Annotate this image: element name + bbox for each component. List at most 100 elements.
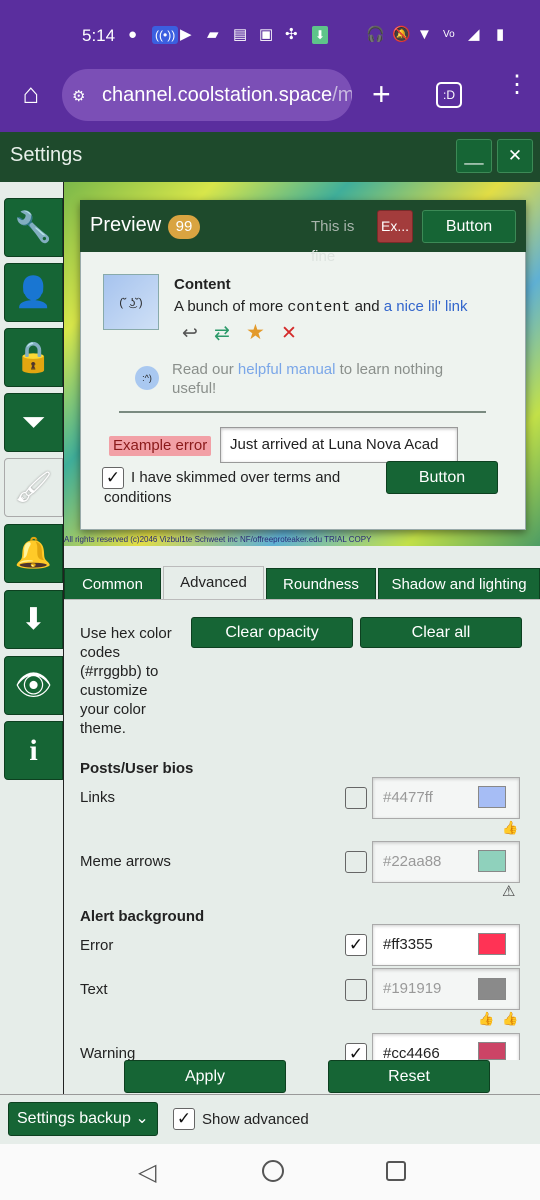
preview-faint-text-2: fine: [311, 248, 336, 265]
mute-icon: 🔕: [392, 26, 411, 43]
meme-arrows-color-swatch[interactable]: [478, 850, 506, 872]
tab-common[interactable]: Common: [64, 568, 161, 600]
sidebar-tab-filters[interactable]: ⏷: [4, 393, 63, 452]
preview-button-2[interactable]: Button: [386, 461, 498, 494]
meme-arrows-checkbox[interactable]: [345, 851, 367, 873]
url-text: channel.coolstation.space: [102, 84, 333, 106]
tab-underline: [64, 599, 540, 600]
user-icon: 👤: [14, 276, 53, 309]
post-avatar[interactable]: (˘ ͜ʖ˘): [103, 274, 159, 330]
sidebar-tab-notifications[interactable]: 🔔: [4, 524, 63, 583]
sidebar-tab-privacy[interactable]: 👁: [4, 656, 63, 715]
advanced-intro: Use hex color codes (#rrggbb) to customi…: [80, 624, 190, 738]
warning-icon: ⚠: [502, 883, 516, 900]
pinwheel-icon: ✣: [285, 26, 298, 43]
preview-error-button[interactable]: Ex...: [377, 210, 413, 243]
tab-strip-background: [64, 546, 540, 566]
tab-roundness[interactable]: Roundness: [266, 568, 376, 600]
error-color-swatch[interactable]: [478, 933, 506, 955]
example-error-badge: Example error: [109, 436, 212, 456]
app-icon: ▰: [207, 26, 219, 43]
sidebar-tab-backup[interactable]: ⬇: [4, 590, 63, 649]
minimize-button[interactable]: __: [456, 139, 492, 173]
new-tab-icon[interactable]: +: [372, 78, 391, 110]
home-icon[interactable]: ⌂: [16, 80, 46, 110]
star-icon[interactable]: ★: [246, 320, 265, 345]
tab-switcher-icon[interactable]: :D: [436, 82, 462, 108]
banner-footer-text: All rights reserved (c)2046 Vizbul1te Sc…: [64, 535, 372, 544]
clear-opacity-button[interactable]: Clear opacity: [191, 617, 353, 648]
warning-color-swatch[interactable]: [478, 1042, 506, 1060]
post-heading: Content: [174, 276, 231, 293]
links-color-swatch[interactable]: [478, 786, 506, 808]
note-suffix-2: useful!: [172, 380, 217, 397]
text-color-swatch[interactable]: [478, 978, 506, 1000]
sidebar-tab-profile[interactable]: 👤: [4, 263, 63, 322]
sidebar-tab-general[interactable]: 🔧: [4, 198, 63, 257]
intro-line: codes: [80, 644, 121, 661]
chat-icon: ●: [128, 26, 138, 43]
url-rest: /m: [332, 84, 352, 106]
reset-button[interactable]: Reset: [328, 1060, 490, 1093]
preview-badge: 99: [168, 215, 200, 239]
lock-icon: 🔒: [14, 341, 53, 374]
section-posts-heading: Posts/User bios: [80, 760, 194, 777]
site-settings-icon[interactable]: ⚙: [72, 87, 85, 105]
apply-button[interactable]: Apply: [124, 1060, 286, 1093]
sidebar-tab-security[interactable]: 🔒: [4, 328, 63, 387]
terms-label-2: conditions: [104, 489, 172, 506]
url-bar[interactable]: channel.coolstation.space/m: [62, 69, 352, 121]
tab-advanced[interactable]: Advanced: [163, 566, 264, 600]
home-nav-icon[interactable]: [262, 1160, 284, 1182]
preview-button[interactable]: Button: [422, 210, 516, 243]
show-advanced-label: Show advanced: [202, 1111, 309, 1128]
intro-line: (#rrggbb) to: [80, 663, 159, 680]
sidebar-tab-about[interactable]: i: [4, 721, 63, 780]
eye-slash-icon: 👁: [14, 669, 53, 702]
note-suffix-1: to learn nothing: [339, 361, 444, 378]
show-advanced-checkbox[interactable]: ✓: [173, 1108, 195, 1130]
note-avatar: :^): [135, 366, 159, 390]
twitch-icon: ▣: [259, 26, 274, 43]
row-label-error: Error: [80, 937, 114, 954]
back-icon[interactable]: ◁: [138, 1158, 156, 1187]
tab-shadow-lighting[interactable]: Shadow and lighting: [378, 568, 540, 600]
post-link[interactable]: a nice lil' link: [384, 298, 468, 315]
headphones-icon: 🎧: [366, 26, 385, 43]
sidebar-tab-theme[interactable]: 🖌: [4, 458, 63, 517]
youtube-icon: ▶: [180, 26, 192, 43]
window-title: Settings: [10, 144, 83, 166]
signal-icon: ◢: [468, 26, 480, 43]
close-button[interactable]: ✕: [497, 139, 533, 173]
reply-icon[interactable]: ↩: [182, 322, 198, 345]
delete-icon[interactable]: ✕: [281, 322, 297, 345]
text-checkbox[interactable]: [345, 979, 367, 1001]
filter-icon: ⏷: [21, 406, 46, 439]
status-bar: 5:14 ● ((•)) ▶ ▰ ▤ ▣ ✣ ⬇ 🎧 🔕 ▼ Vo ◢ ▮: [0, 0, 540, 68]
settings-backup-dropdown[interactable]: Settings backup ⌄: [8, 1102, 158, 1136]
error-checkbox[interactable]: ✓: [345, 934, 367, 956]
preview-faint-text: This is: [311, 218, 355, 235]
preview-title: Preview: [90, 214, 162, 236]
thumbs-up-icon: 👍: [478, 1011, 495, 1026]
preview-divider: [119, 411, 486, 413]
bell-icon: 🔔: [14, 537, 53, 570]
preview-text-input[interactable]: Just arrived at Luna Nova Acad: [220, 427, 458, 463]
post-body: A bunch of more content and a nice lil' …: [174, 298, 468, 316]
terms-checkbox[interactable]: ✓: [102, 467, 124, 489]
footer-divider: [0, 1094, 540, 1095]
terms-label-1: I have skimmed over terms and: [131, 469, 341, 486]
intro-line: theme.: [80, 720, 126, 737]
volte-icon: Vo: [443, 29, 455, 40]
menu-dots-icon[interactable]: ⋮: [505, 73, 529, 97]
post-body-mono: content: [287, 299, 351, 316]
battery-icon: ▮: [496, 26, 505, 43]
note-link[interactable]: helpful manual: [238, 361, 336, 378]
links-checkbox[interactable]: [345, 787, 367, 809]
repost-icon[interactable]: ⇄: [214, 322, 230, 345]
clear-all-button[interactable]: Clear all: [360, 617, 522, 648]
recents-icon[interactable]: [386, 1161, 406, 1181]
wifi-icon: ▼: [417, 26, 432, 43]
chevron-down-icon: ⌄: [135, 1110, 149, 1127]
note-text: Read our helpful manual to learn nothing…: [172, 360, 472, 398]
